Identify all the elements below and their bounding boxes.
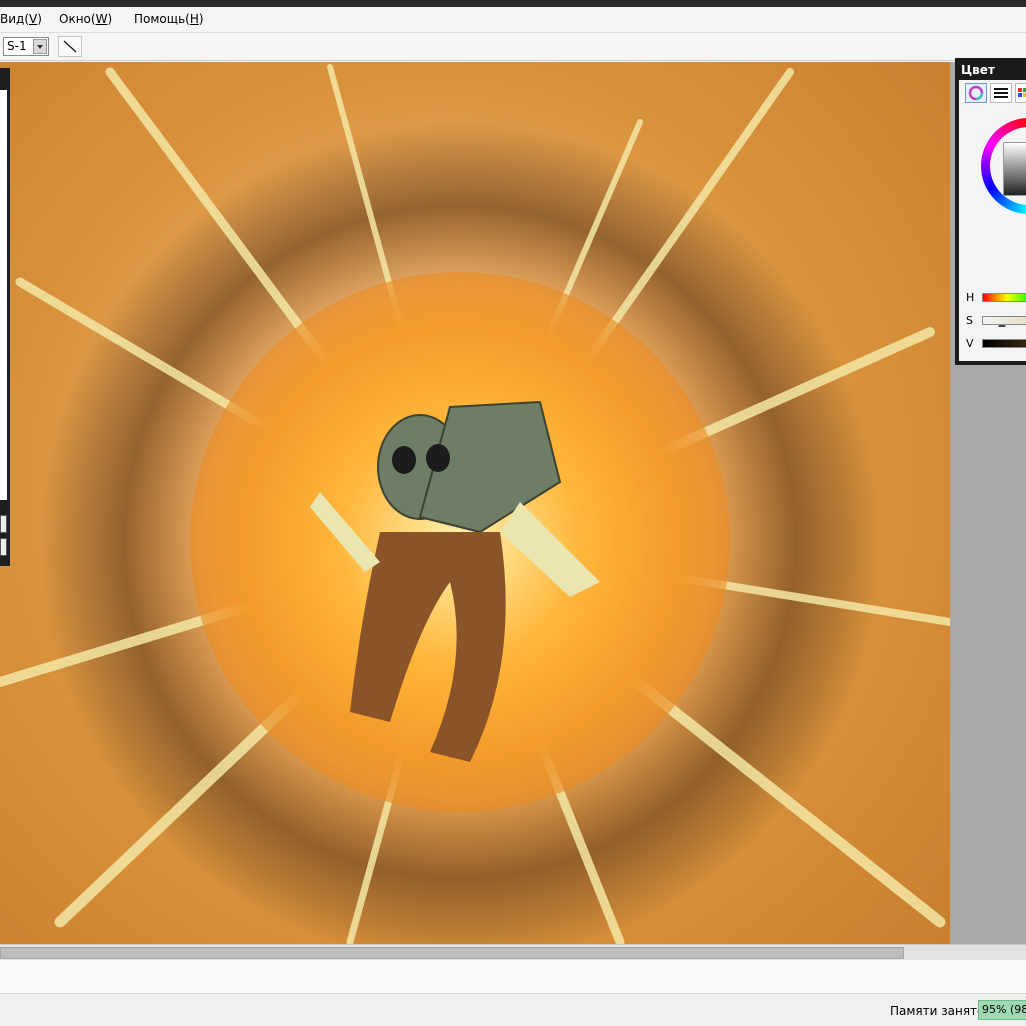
left-panel-button-1[interactable] (0, 515, 7, 533)
menu-view[interactable]: Вид(V) (0, 12, 42, 26)
slider-h-label: H (966, 291, 975, 304)
menu-window[interactable]: Окно(W) (59, 12, 112, 26)
hue-slider[interactable] (982, 293, 1026, 302)
status-bar: Памяти занято 95% (98 (0, 995, 1026, 1026)
brush-preset-value: S-1 (7, 39, 27, 53)
menu-window-key: W (95, 12, 108, 26)
slider-v-label: V (966, 337, 974, 350)
memory-usage-indicator: 95% (98 (978, 1000, 1026, 1020)
left-tool-panel (0, 68, 10, 566)
color-sliders-icon (994, 88, 1008, 98)
left-panel-content (0, 90, 7, 500)
left-panel-button-2[interactable] (0, 538, 7, 556)
menu-window-label: Окно( (59, 12, 96, 26)
menu-help-label: Помощь( (134, 12, 190, 26)
color-sliders-tab[interactable] (990, 83, 1012, 103)
menu-view-end: ) (37, 12, 42, 26)
artwork-explosion-figure (0, 64, 950, 944)
horizontal-scrollbar[interactable] (0, 944, 1026, 960)
menu-bar: Вид(V) Окно(W) Помощь(H) (0, 7, 1026, 33)
diagonal-line-icon (63, 40, 77, 53)
workspace (0, 62, 1026, 944)
color-panel-body: H S V (959, 80, 1026, 361)
color-wheel-tab[interactable] (965, 83, 987, 103)
menu-help[interactable]: Помощь(H) (134, 12, 204, 26)
saturation-slider[interactable] (982, 316, 1026, 325)
tool-options-bar: S-1 (0, 33, 1026, 61)
memory-usage-label: Памяти занято (890, 1004, 985, 1018)
brush-preset-select[interactable]: S-1 (3, 37, 49, 56)
color-wheel-icon (968, 85, 984, 101)
value-slider[interactable] (982, 339, 1026, 348)
drawing-canvas[interactable] (0, 62, 950, 944)
color-palette-icon (1018, 88, 1026, 97)
menu-view-key: V (29, 12, 38, 26)
menu-window-end: ) (107, 12, 113, 26)
color-panel: Цвет H S V (955, 58, 1026, 365)
lower-panel (0, 960, 1026, 994)
color-panel-title: Цвет (961, 63, 995, 77)
menu-view-label: Вид( (0, 12, 30, 26)
scrollbar-thumb[interactable] (0, 947, 904, 959)
title-strip (0, 0, 1026, 7)
menu-help-end: ) (198, 12, 204, 26)
chevron-down-icon[interactable] (33, 39, 47, 54)
saturation-value-square[interactable] (1003, 142, 1026, 196)
slider-s-label: S (966, 314, 973, 327)
menu-help-key: H (189, 12, 199, 26)
line-tool-button[interactable] (58, 36, 82, 57)
paint-app-window: Вид(V) Окно(W) Помощь(H) S-1 Цвет H S V … (0, 0, 1026, 1026)
color-palette-tab[interactable] (1015, 83, 1026, 103)
